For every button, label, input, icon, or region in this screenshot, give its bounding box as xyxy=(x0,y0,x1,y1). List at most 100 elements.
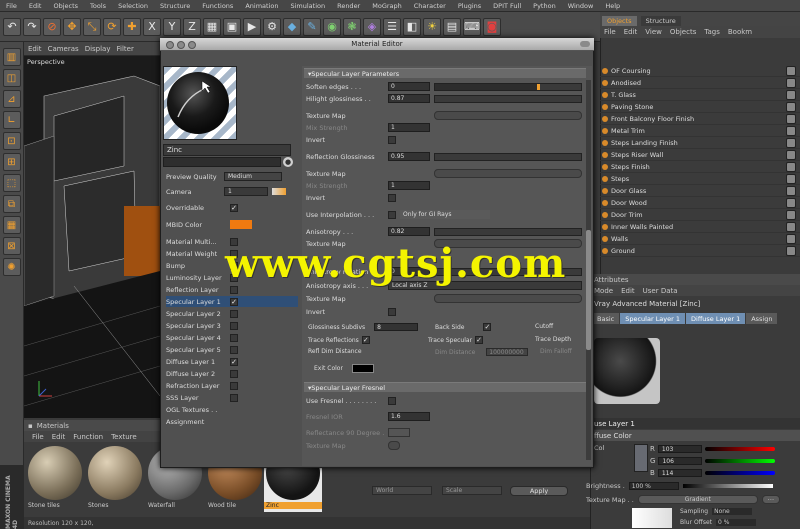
material-tag-icon[interactable] xyxy=(786,113,796,124)
menu-dpit[interactable]: DPIT Full xyxy=(487,2,527,10)
objects-menu-file[interactable]: File xyxy=(604,28,616,36)
channel-checkbox[interactable]: ✓ xyxy=(230,203,238,212)
viewport-menu-filter[interactable]: Filter xyxy=(117,45,134,53)
axis-mode-icon[interactable]: ∟ xyxy=(2,111,21,129)
parameter-scrollbar[interactable] xyxy=(586,80,591,460)
scale-select[interactable]: Scale xyxy=(442,486,502,495)
materials-menu-file[interactable]: File xyxy=(32,433,44,441)
section-specular-fresnel[interactable]: ▾ Specular Layer Fresnel xyxy=(304,382,586,392)
object-row[interactable]: Steps Finish xyxy=(600,161,800,173)
move-icon[interactable]: ✥ xyxy=(63,17,81,36)
polygon-mode-icon[interactable]: ⬚ xyxy=(2,174,21,192)
color-preview-swatch[interactable] xyxy=(634,444,648,472)
channel-checkbox[interactable] xyxy=(230,369,238,378)
object-row[interactable]: Steps xyxy=(600,173,800,185)
toolbar-toggle-icon[interactable] xyxy=(580,41,590,47)
channel-diffuse-layer-1[interactable]: Diffuse Layer 1 ✓ xyxy=(166,356,298,367)
materials-menu-function[interactable]: Function xyxy=(73,433,103,441)
param-field[interactable]: 0.82 xyxy=(388,227,430,236)
object-row[interactable]: OF Coursing xyxy=(600,65,800,77)
channel-ogl-textures[interactable]: OGL Textures . . xyxy=(166,404,298,415)
object-row[interactable]: Inner Walls Painted xyxy=(600,221,800,233)
object-row[interactable]: Door Glass xyxy=(600,185,800,197)
snap-icon[interactable]: ⧉ xyxy=(2,195,21,213)
invert-checkbox[interactable] xyxy=(388,135,396,144)
subdivision-icon[interactable]: ◉ xyxy=(323,17,341,36)
material-tag-icon[interactable] xyxy=(786,149,796,160)
material-tag-icon[interactable] xyxy=(786,77,796,88)
param-field[interactable]: 0.87 xyxy=(388,94,430,103)
render-settings-icon[interactable]: ⚙ xyxy=(263,17,281,36)
menu-render[interactable]: Render xyxy=(331,2,366,10)
menu-simulation[interactable]: Simulation xyxy=(284,2,331,10)
material-tag-icon[interactable] xyxy=(786,101,796,112)
cube-icon[interactable]: ◆ xyxy=(283,17,301,36)
dim-distance-field[interactable]: 100000000 xyxy=(486,348,529,356)
object-row[interactable]: T. Glass xyxy=(600,89,800,101)
camera-icon[interactable]: ◧ xyxy=(403,17,421,36)
glossiness-subdivs-field[interactable]: 8 xyxy=(374,323,419,331)
object-row[interactable]: Metal Trim xyxy=(600,125,800,137)
channel-checkbox[interactable] xyxy=(230,309,238,318)
menu-plugins[interactable]: Plugins xyxy=(452,2,487,10)
material-preview-large[interactable] xyxy=(163,66,237,140)
channel-refraction-layer[interactable]: Refraction Layer xyxy=(166,380,298,391)
object-row[interactable]: Paving Stone xyxy=(600,101,800,113)
param-slider[interactable] xyxy=(434,152,582,161)
menu-mograph[interactable]: MoGraph xyxy=(366,2,408,10)
menu-structure[interactable]: Structure xyxy=(154,2,196,10)
y-axis-icon[interactable]: Y xyxy=(163,17,181,36)
attributes-menu-edit[interactable]: Edit xyxy=(621,287,635,295)
camera-slider[interactable] xyxy=(272,188,286,195)
materials-menu-edit[interactable]: Edit xyxy=(52,433,66,441)
python-icon[interactable]: ⌨ xyxy=(463,17,481,36)
object-row[interactable]: Front Balcony Floor Finish xyxy=(600,113,800,125)
g-value-field[interactable]: 106 xyxy=(658,456,703,465)
menu-python[interactable]: Python xyxy=(527,2,562,10)
param-field[interactable]: 1 xyxy=(388,123,430,132)
material-tag-icon[interactable] xyxy=(786,125,796,136)
locked-workplane-icon[interactable]: ⊠ xyxy=(2,237,21,255)
interpolation-select[interactable]: Only for GI Rays xyxy=(400,210,490,219)
channel-specular-layer-5[interactable]: Specular Layer 5 xyxy=(166,344,298,355)
object-row[interactable]: Anodised xyxy=(600,77,800,89)
camera-field[interactable]: 1 xyxy=(224,187,268,196)
param-slider[interactable] xyxy=(434,82,582,91)
viewport-menu-edit[interactable]: Edit xyxy=(28,45,42,53)
b-value-field[interactable]: 114 xyxy=(657,468,702,477)
material-tag-icon[interactable] xyxy=(786,137,796,148)
texture-slot[interactable] xyxy=(434,111,582,120)
exit-color-swatch[interactable] xyxy=(351,364,374,373)
material-tag-icon[interactable] xyxy=(786,221,796,232)
scale-icon[interactable]: ⤡ xyxy=(83,17,101,36)
tab-diffuse-layer-1[interactable]: Diffuse Layer 1 xyxy=(686,313,746,324)
texture-mode-icon[interactable]: ⊿ xyxy=(2,90,21,108)
param-field[interactable]: 1.6 xyxy=(388,412,430,421)
brightness-slider[interactable] xyxy=(682,484,773,488)
texture-slot[interactable] xyxy=(434,169,582,178)
object-row[interactable]: Steps Landing Finish xyxy=(600,137,800,149)
preview-quality-select[interactable]: Medium xyxy=(224,172,282,181)
point-mode-icon[interactable]: ⊡ xyxy=(2,132,21,150)
channel-specular-layer-1[interactable]: Specular Layer 1 ✓ xyxy=(166,296,298,307)
object-row[interactable]: Ground xyxy=(600,245,800,257)
pen-icon[interactable]: ✎ xyxy=(303,17,321,36)
menu-tools[interactable]: Tools xyxy=(84,2,112,10)
use-fresnel-checkbox[interactable] xyxy=(388,396,396,405)
mbid-color-swatch[interactable] xyxy=(230,220,252,229)
tab-objects[interactable]: Objects xyxy=(602,16,637,26)
zoom-window-icon[interactable] xyxy=(188,41,196,49)
menu-edit[interactable]: Edit xyxy=(23,2,48,10)
menu-help[interactable]: Help xyxy=(599,2,626,10)
attributes-menu-user-data[interactable]: User Data xyxy=(643,287,678,295)
menu-file[interactable]: File xyxy=(0,2,23,10)
material-tag-icon[interactable] xyxy=(786,89,796,100)
channel-assignment[interactable]: Assignment xyxy=(166,416,298,427)
menu-window[interactable]: Window xyxy=(562,2,600,10)
tab-specular-layer-1[interactable]: Specular Layer 1 xyxy=(620,313,686,324)
scene-icon[interactable]: ☰ xyxy=(383,17,401,36)
texture-slot[interactable] xyxy=(434,294,582,303)
display-icon[interactable]: ▤ xyxy=(443,17,461,36)
channel-checkbox[interactable]: ✓ xyxy=(230,357,238,366)
r-slider[interactable] xyxy=(704,446,775,451)
